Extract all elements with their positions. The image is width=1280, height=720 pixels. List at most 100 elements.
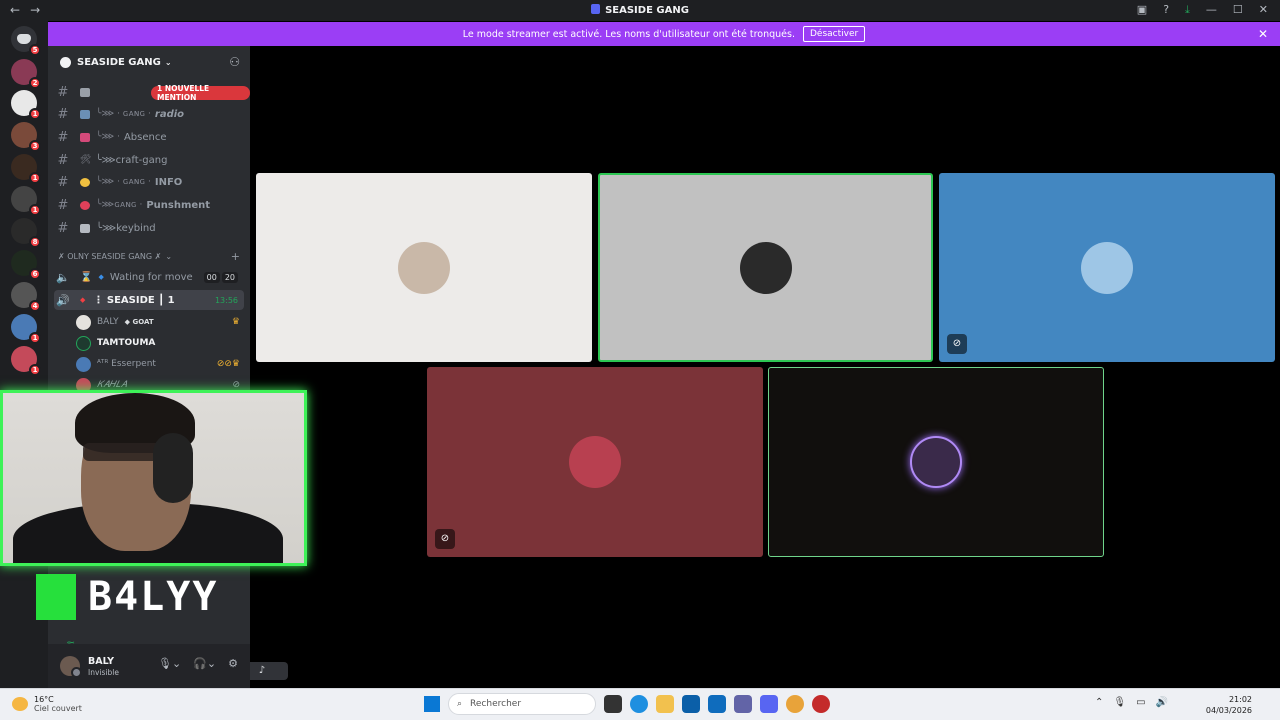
user-limit: 00 20 [203,271,238,283]
channel-item[interactable]: # ╰⋙ · ɢᴀɴɢ · INFO [54,172,244,192]
server-icon[interactable]: 1 [11,314,41,344]
weather-widget[interactable]: 16°C Ciel couvert [12,695,82,713]
speaker-icon: 🔊 [56,293,70,307]
video-tile[interactable] [598,173,933,362]
channel-label: ╰⋙craft-gang [95,154,168,166]
server-icon[interactable]: 1 [11,90,41,120]
channel-category[interactable]: ✗ OLNY SEASIDE GANG ✗ ⌄ + [58,250,244,263]
voice-channel-label: Wating for move [109,271,193,283]
server-icon[interactable]: 4 [11,282,41,312]
server-icon[interactable]: 1 [11,154,41,184]
inbox-icon[interactable]: ▣ [1137,3,1147,17]
banner-close-icon[interactable]: ✕ [1258,27,1268,41]
voice-channel-active[interactable]: 🔊 ◆ ⋮ SEASIDE ┃ 1 13:56 [54,290,244,310]
crown-icon: ♛ [231,317,240,327]
voice-member[interactable]: TAMTOUMA [76,333,244,353]
channel-emoji-icon [80,87,90,97]
user-count: 00 [203,271,220,283]
video-tile[interactable]: ⊘ [939,173,1275,362]
webcam-overlay [0,390,307,566]
file-explorer-icon[interactable] [656,695,674,713]
server-icon[interactable]: 6 [11,250,41,280]
time: 21:02 [1228,695,1252,704]
channel-label: INFO [154,176,183,188]
task-view-icon[interactable] [604,695,622,713]
headphones-icon[interactable]: 🎧⌄ [193,657,216,670]
voice-channel[interactable]: 🔈 ⌛ ◆ Wating for move 00 20 [54,267,244,287]
download-icon[interactable]: ⤓ [1185,3,1190,17]
microphone-icon[interactable]: 🎙⌄ [158,657,181,670]
avatar[interactable] [60,656,82,678]
user-info[interactable]: BALY Invisible [88,656,119,677]
logo-mark-icon [36,574,76,620]
channel-decoration: ╰⋙ · ɢᴀɴɢ · [96,177,151,187]
server-header[interactable]: SEASIDE GANG ⌄ ⚇ [48,46,250,78]
help-icon[interactable]: ? [1163,3,1169,17]
mic-muted-icon: ⊘ [232,380,240,390]
speaker-icon: 🔈 [56,270,70,284]
guild-badge: 1 [29,204,41,216]
chevron-up-icon[interactable]: ⌃ [1095,697,1103,708]
channel-item[interactable]: # ╰⋙ · ɢᴀɴɢ · radio [54,104,244,124]
edge-icon[interactable] [630,695,648,713]
hourglass-emoji-icon: ⌛ [80,271,93,283]
video-tile[interactable]: ⊘ [427,367,763,557]
guild-badge: 3 [29,140,41,152]
avatar [76,314,91,330]
chevron-down-icon: ⌄ [165,252,173,261]
avatar [739,241,792,294]
windows-start-icon[interactable] [424,696,440,712]
hash-icon: # [57,84,69,100]
disable-streamer-button[interactable]: Désactiver [802,26,866,42]
outlook-icon[interactable] [708,695,726,713]
weather-icon [12,697,28,711]
video-tile[interactable] [256,173,592,362]
hash-icon: # [57,152,69,168]
guild-badge: 1 [29,332,41,344]
server-name: SEASIDE GANG [77,56,161,68]
close-window-button[interactable]: ✕ [1259,3,1268,17]
server-icon[interactable]: 2 [11,59,41,89]
channel-item[interactable]: # ╰⋙keybind [54,218,244,238]
volume-icon[interactable]: 🔊 [1156,697,1168,708]
weather-text: 16°C Ciel couvert [34,695,82,713]
member-name: BALY [97,317,119,327]
server-icon[interactable]: 1 [11,346,41,376]
add-channel-icon[interactable]: + [231,250,240,263]
invite-people-icon[interactable]: ⚇ [229,55,240,69]
user-panel: BALY Invisible 🎙⌄ 🎧⌄ ⚙ [48,644,250,688]
mic-muted-icon: ⊘ [435,529,455,549]
taskbar-search[interactable]: ⌕ Rechercher [448,693,596,715]
voice-member[interactable]: ᴬᵀᴿ Esserpent ⊘⊘♛ [76,354,244,374]
channel-item[interactable]: # ╰⋙ɢᴀɴɢ · Punshment [54,195,244,215]
store-icon[interactable] [682,695,700,713]
new-mention-badge[interactable]: 1 NOUVELLE MENTION [151,84,250,102]
display-icon[interactable]: ▭ [1136,697,1145,708]
voice-member[interactable]: BALY ◆ GOAT ♛ [76,312,244,332]
minimize-button[interactable]: — [1206,3,1217,17]
home-button[interactable]: 5 [11,26,41,56]
gear-icon[interactable]: ⚙ [228,657,238,670]
video-tile[interactable] [768,367,1104,557]
server-icon[interactable]: 1 [11,186,41,216]
maximize-button[interactable]: ☐ [1233,3,1243,17]
microphone-icon[interactable]: 🎙 [1113,697,1126,708]
tools-emoji-icon: 🛠 [80,155,92,165]
category-name: ✗ OLNY SEASIDE GANG ✗ [58,252,162,261]
teams-icon[interactable] [734,695,752,713]
channel-item[interactable]: # 🛠 ╰⋙craft-gang [54,150,244,170]
windows-taskbar: 16°C Ciel couvert ⌕ Rechercher ⌃ 🎙 ▭ 🔊 21… [0,688,1280,720]
chrome-icon[interactable] [786,695,804,713]
webcam-person-glasses [83,443,163,461]
server-emblem-icon [60,56,71,68]
clock[interactable]: 21:02 04/03/2026 [1206,694,1252,716]
channel-item[interactable]: # ╰⋙ · Absence [54,127,244,147]
hash-icon: # [57,106,69,122]
server-icon[interactable]: 3 [11,122,41,152]
member-tag: ◆ GOAT [124,318,154,326]
avatar [398,241,450,294]
hash-icon: # [57,129,69,145]
app-icon[interactable] [812,695,830,713]
server-icon[interactable]: 8 [11,218,41,248]
discord-icon[interactable] [760,695,778,713]
